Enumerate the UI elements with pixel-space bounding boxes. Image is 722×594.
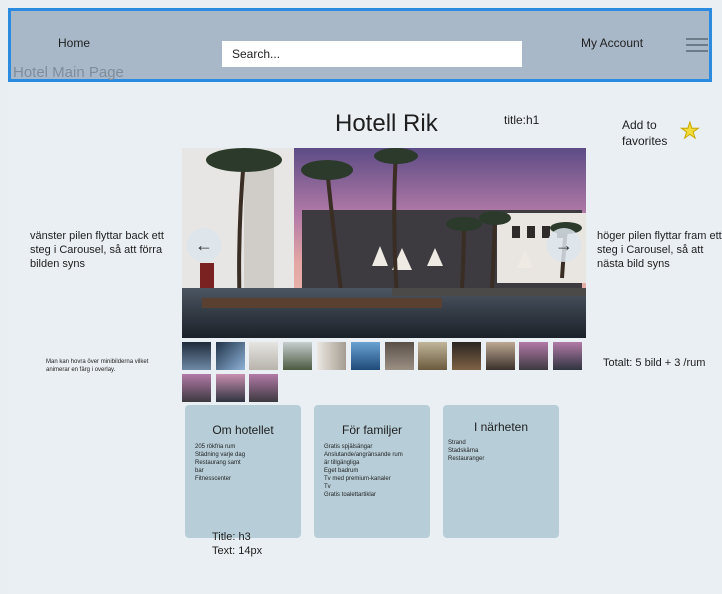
top-navbar: Home Hotel Main Page My Account [8, 8, 712, 82]
thumbnail[interactable] [249, 342, 278, 370]
thumbnail[interactable] [216, 374, 245, 402]
card-item: Tv med premium-kanaler [324, 476, 391, 482]
thumbnail[interactable] [385, 342, 414, 370]
card-about-hotel: Om hotellet 205 rökfria rum Städning var… [185, 405, 301, 538]
thumbnail[interactable] [351, 342, 380, 370]
card-item: Restauranger [448, 456, 485, 462]
page-label: Hotel Main Page [13, 64, 124, 81]
card-item: Fitnesscenter [195, 476, 232, 482]
card-item: Gratis spjälsängar [324, 444, 373, 450]
thumbnail[interactable] [182, 374, 211, 402]
favorites-label-line1: Add to [622, 118, 657, 132]
hotel-image-carousel: ← → [182, 148, 586, 338]
card-item: Stadskärna [448, 448, 479, 454]
left-arrow-annotation: vänster pilen flyttar back ett steg i Ca… [30, 230, 164, 270]
star-icon[interactable]: ★ [680, 118, 701, 144]
card-title: Om hotellet [212, 423, 274, 437]
hamburger-icon[interactable] [686, 38, 708, 56]
title-annotation: title:h1 [504, 113, 540, 127]
thumbnail[interactable] [283, 342, 312, 370]
my-account-link[interactable]: My Account [581, 36, 643, 50]
card-title: I närheten [473, 420, 529, 434]
card-item: Restaurang samt [195, 460, 241, 466]
card-item: Tv [324, 484, 331, 490]
thumbnail[interactable] [486, 342, 515, 370]
thumbnail-hover-annotation: Man kan hovra över minibilderna vilket a… [46, 359, 149, 373]
card-item: Gratis toalettartiklar [324, 492, 377, 498]
total-images-annotation: Totalt: 5 bild + 3 /rum [603, 357, 706, 369]
card-item: bar [195, 468, 204, 474]
thumbnail[interactable] [519, 342, 548, 370]
card-item: Städning varje dag [195, 452, 246, 458]
card-for-families: För familjer Gratis spjälsängar Anslutan… [314, 405, 430, 538]
card-item: Eget badrum [324, 468, 359, 474]
carousel-prev-button[interactable]: ← [187, 228, 221, 262]
card-annotation-line2: Text: 14px [212, 545, 263, 557]
card-title: För familjer [341, 423, 402, 437]
card-item: Anslutande/angränsande rum [324, 452, 403, 458]
thumbnail[interactable] [216, 342, 245, 370]
thumbnail[interactable] [553, 342, 582, 370]
hotel-photo [182, 148, 586, 338]
thumbnail[interactable] [182, 342, 211, 370]
card-nearby: I närheten Strand Stadskärna Restaurange… [443, 405, 559, 538]
carousel-next-button[interactable]: → [547, 228, 581, 262]
home-link[interactable]: Home [58, 36, 90, 50]
card-annotation-line1: Title: h3 [212, 531, 251, 543]
card-item: 205 rökfria rum [195, 444, 236, 450]
thumbnail[interactable] [418, 342, 447, 370]
card-item: Strand [448, 440, 466, 446]
thumbnail[interactable] [452, 342, 481, 370]
thumbnail[interactable] [317, 342, 346, 370]
search-input[interactable] [222, 41, 522, 67]
thumbnail[interactable] [249, 374, 278, 402]
favorites-label-line2: favorites [622, 134, 668, 148]
card-item: är tillgängliga [324, 460, 360, 466]
add-to-favorites[interactable]: Add to favorites [622, 117, 667, 149]
page-title: Hotell Rik [335, 110, 438, 137]
card-annotation: Title: h3 Text: 14px [212, 530, 262, 558]
right-arrow-annotation: höger pilen flyttar fram ett steg i Caro… [597, 230, 722, 270]
